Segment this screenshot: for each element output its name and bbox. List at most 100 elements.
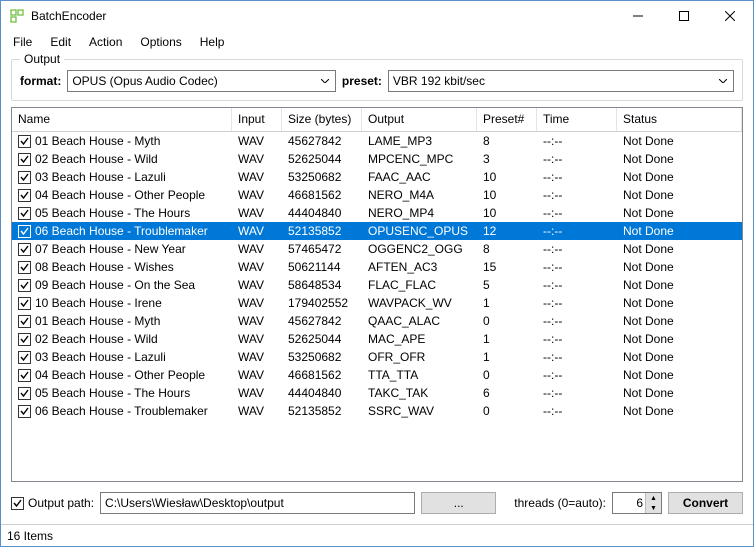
row-preset: 1 bbox=[477, 350, 537, 364]
output-path-input[interactable]: C:\Users\Wiesław\Desktop\output bbox=[100, 492, 415, 514]
row-checkbox[interactable] bbox=[18, 171, 31, 184]
column-header[interactable]: Status bbox=[617, 108, 742, 131]
row-checkbox[interactable] bbox=[18, 261, 31, 274]
row-name: 03 Beach House - Lazuli bbox=[35, 350, 166, 364]
row-status: Not Done bbox=[617, 224, 742, 238]
status-text: 16 Items bbox=[7, 529, 53, 543]
row-time: --:-- bbox=[537, 260, 617, 274]
row-checkbox[interactable] bbox=[18, 297, 31, 310]
table-row[interactable]: 06 Beach House - TroublemakerWAV52135852… bbox=[12, 402, 742, 420]
list-body[interactable]: 01 Beach House - MythWAV45627842LAME_MP3… bbox=[12, 132, 742, 481]
content-area: Output format: OPUS (Opus Audio Codec) p… bbox=[1, 53, 753, 524]
row-time: --:-- bbox=[537, 296, 617, 310]
status-bar: 16 Items bbox=[1, 524, 753, 546]
row-output: MPCENC_MPC bbox=[362, 152, 477, 166]
row-checkbox[interactable] bbox=[18, 387, 31, 400]
spin-up-button[interactable]: ▲ bbox=[646, 493, 661, 503]
row-preset: 10 bbox=[477, 170, 537, 184]
row-checkbox[interactable] bbox=[18, 243, 31, 256]
row-input: WAV bbox=[232, 134, 282, 148]
row-checkbox[interactable] bbox=[18, 369, 31, 382]
row-status: Not Done bbox=[617, 332, 742, 346]
table-row[interactable]: 01 Beach House - MythWAV45627842LAME_MP3… bbox=[12, 132, 742, 150]
row-time: --:-- bbox=[537, 314, 617, 328]
row-checkbox[interactable] bbox=[18, 405, 31, 418]
table-row[interactable]: 03 Beach House - LazuliWAV53250682OFR_OF… bbox=[12, 348, 742, 366]
menu-file[interactable]: File bbox=[5, 33, 40, 51]
table-row[interactable]: 06 Beach House - TroublemakerWAV52135852… bbox=[12, 222, 742, 240]
column-header[interactable]: Preset# bbox=[477, 108, 537, 131]
row-name: 04 Beach House - Other People bbox=[35, 368, 205, 382]
browse-button[interactable]: ... bbox=[421, 492, 496, 514]
output-path-value: C:\Users\Wiesław\Desktop\output bbox=[105, 496, 284, 510]
menu-edit[interactable]: Edit bbox=[42, 33, 79, 51]
row-checkbox[interactable] bbox=[18, 153, 31, 166]
row-size: 57465472 bbox=[282, 242, 362, 256]
table-row[interactable]: 02 Beach House - WildWAV52625044MPCENC_M… bbox=[12, 150, 742, 168]
row-preset: 1 bbox=[477, 332, 537, 346]
row-size: 179402552 bbox=[282, 296, 362, 310]
row-output: OPUSENC_OPUS bbox=[362, 224, 477, 238]
row-checkbox[interactable] bbox=[18, 189, 31, 202]
table-row[interactable]: 02 Beach House - WildWAV52625044MAC_APE1… bbox=[12, 330, 742, 348]
row-name: 04 Beach House - Other People bbox=[35, 188, 205, 202]
table-row[interactable]: 10 Beach House - IreneWAV179402552WAVPAC… bbox=[12, 294, 742, 312]
row-status: Not Done bbox=[617, 404, 742, 418]
menu-action[interactable]: Action bbox=[81, 33, 130, 51]
column-header[interactable]: Output bbox=[362, 108, 477, 131]
output-path-checkbox[interactable] bbox=[11, 497, 24, 510]
format-value: OPUS (Opus Audio Codec) bbox=[72, 74, 217, 88]
table-row[interactable]: 08 Beach House - WishesWAV50621144AFTEN_… bbox=[12, 258, 742, 276]
row-name: 10 Beach House - Irene bbox=[35, 296, 162, 310]
table-row[interactable]: 05 Beach House - The HoursWAV44404840NER… bbox=[12, 204, 742, 222]
threads-spinner[interactable]: 6 ▲ ▼ bbox=[612, 492, 662, 514]
table-row[interactable]: 09 Beach House - On the SeaWAV58648534FL… bbox=[12, 276, 742, 294]
row-checkbox[interactable] bbox=[18, 225, 31, 238]
row-time: --:-- bbox=[537, 242, 617, 256]
convert-button[interactable]: Convert bbox=[668, 492, 743, 514]
column-header[interactable]: Name bbox=[12, 108, 232, 131]
table-row[interactable]: 07 Beach House - New YearWAV57465472OGGE… bbox=[12, 240, 742, 258]
preset-combo[interactable]: VBR 192 kbit/sec bbox=[388, 70, 734, 92]
row-checkbox[interactable] bbox=[18, 207, 31, 220]
row-status: Not Done bbox=[617, 188, 742, 202]
table-row[interactable]: 05 Beach House - The HoursWAV44404840TAK… bbox=[12, 384, 742, 402]
spin-down-button[interactable]: ▼ bbox=[646, 503, 661, 513]
minimize-button[interactable] bbox=[615, 1, 661, 31]
row-output: NERO_M4A bbox=[362, 188, 477, 202]
row-checkbox[interactable] bbox=[18, 279, 31, 292]
format-combo[interactable]: OPUS (Opus Audio Codec) bbox=[67, 70, 336, 92]
row-status: Not Done bbox=[617, 260, 742, 274]
row-preset: 12 bbox=[477, 224, 537, 238]
maximize-button[interactable] bbox=[661, 1, 707, 31]
table-row[interactable]: 01 Beach House - MythWAV45627842QAAC_ALA… bbox=[12, 312, 742, 330]
row-size: 52135852 bbox=[282, 224, 362, 238]
row-input: WAV bbox=[232, 350, 282, 364]
row-checkbox[interactable] bbox=[18, 315, 31, 328]
table-row[interactable]: 04 Beach House - Other PeopleWAV46681562… bbox=[12, 186, 742, 204]
row-output: TAKC_TAK bbox=[362, 386, 477, 400]
row-input: WAV bbox=[232, 332, 282, 346]
close-button[interactable] bbox=[707, 1, 753, 31]
row-checkbox[interactable] bbox=[18, 135, 31, 148]
row-input: WAV bbox=[232, 224, 282, 238]
row-time: --:-- bbox=[537, 206, 617, 220]
row-name: 01 Beach House - Myth bbox=[35, 134, 160, 148]
chevron-down-icon bbox=[317, 71, 333, 91]
column-header[interactable]: Size (bytes) bbox=[282, 108, 362, 131]
row-status: Not Done bbox=[617, 350, 742, 364]
title-bar: BatchEncoder bbox=[1, 1, 753, 31]
menu-options[interactable]: Options bbox=[132, 33, 189, 51]
row-size: 58648534 bbox=[282, 278, 362, 292]
row-checkbox[interactable] bbox=[18, 333, 31, 346]
row-checkbox[interactable] bbox=[18, 351, 31, 364]
menu-help[interactable]: Help bbox=[192, 33, 233, 51]
column-header[interactable]: Input bbox=[232, 108, 282, 131]
row-size: 52135852 bbox=[282, 404, 362, 418]
row-size: 52625044 bbox=[282, 152, 362, 166]
table-row[interactable]: 03 Beach House - LazuliWAV53250682FAAC_A… bbox=[12, 168, 742, 186]
row-size: 53250682 bbox=[282, 170, 362, 184]
column-header[interactable]: Time bbox=[537, 108, 617, 131]
table-row[interactable]: 04 Beach House - Other PeopleWAV46681562… bbox=[12, 366, 742, 384]
window-title: BatchEncoder bbox=[31, 9, 106, 23]
